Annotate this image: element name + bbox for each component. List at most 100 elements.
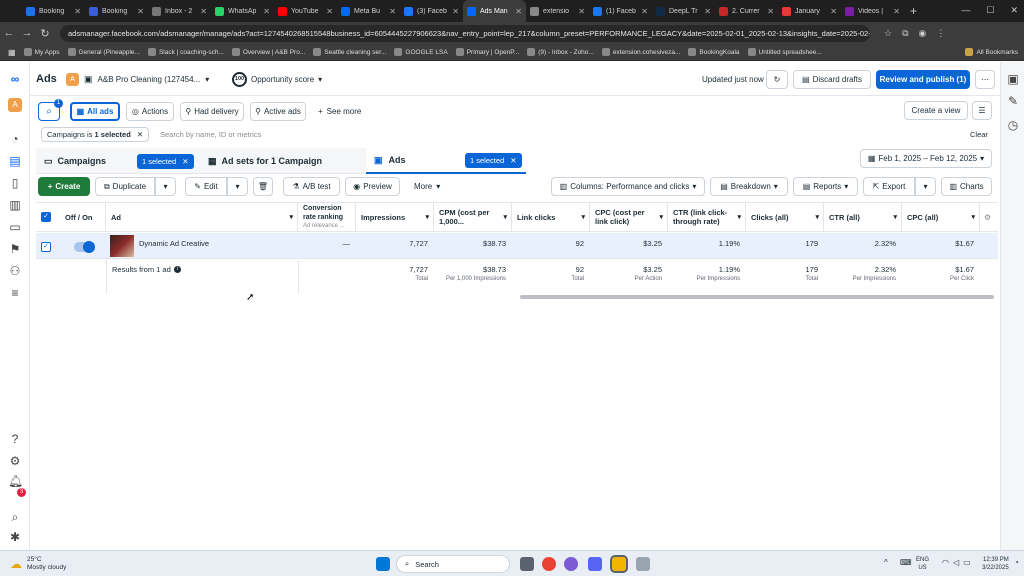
account-avatar[interactable]: A — [8, 98, 22, 112]
keyboard-icon[interactable]: ⌨ — [900, 558, 912, 567]
col-link-clicks[interactable]: Link clicks ▾ — [512, 202, 590, 232]
bookmark-item[interactable]: General (Pineapple... — [67, 48, 140, 56]
billing-icon[interactable]: ▭ — [8, 220, 22, 234]
menu-icon[interactable]: ⋮ — [936, 28, 945, 39]
bookmark-item[interactable]: extension.cohesiveza... — [601, 48, 680, 56]
bookmark-item[interactable]: GOOGLE LSA — [394, 48, 448, 56]
browser-tab[interactable]: WhatsAp ✕ — [211, 0, 274, 22]
tray-chevron-icon[interactable]: ^ — [884, 558, 888, 567]
close-icon[interactable]: ✕ — [182, 157, 188, 166]
chip-close-icon[interactable]: ✕ — [137, 130, 143, 139]
preview-button[interactable]: ◉ Preview — [345, 177, 400, 196]
col-conversion-ranking[interactable]: Conversion rate ranking Ad relevance ... — [298, 202, 356, 232]
browser-tab[interactable]: January ✕ — [778, 0, 841, 22]
dashboard-icon[interactable]: ◔ — [8, 132, 22, 146]
delivery-toggle[interactable] — [74, 241, 95, 253]
browser-tab[interactable]: Videos | ✕ — [841, 0, 904, 22]
col-cpc-all[interactable]: CPC (all) ▾ — [902, 202, 980, 232]
columns-dropdown[interactable]: ▥ Columns: Performance and clicks ▾ — [551, 177, 705, 196]
apps-icon[interactable]: ▦ — [8, 48, 16, 57]
review-publish-button[interactable]: Review and publish (1) — [876, 70, 970, 89]
tab-close-icon[interactable]: ✕ — [137, 7, 144, 16]
minimize-icon[interactable]: — — [961, 5, 970, 16]
export-dropdown[interactable]: ▾ — [915, 177, 936, 196]
bookmark-item[interactable]: Primary | OpenP... — [455, 48, 519, 56]
browser-tab[interactable]: Meta Bu ✕ — [337, 0, 400, 22]
reload-icon[interactable]: ↻ — [36, 27, 54, 40]
clock[interactable]: 12:39 PM 3/22/2025 — [982, 556, 1009, 572]
calculator-icon[interactable] — [636, 557, 650, 571]
bookmark-item[interactable]: Slack | coaching-sch... — [147, 48, 224, 56]
col-cpc-link[interactable]: CPC (cost per link click) ▾ — [590, 202, 668, 232]
tab-campaigns[interactable]: ▭ Campaigns — [44, 156, 106, 167]
tab-close-icon[interactable]: ✕ — [452, 7, 459, 16]
more-dropdown[interactable]: More ▾ — [414, 182, 440, 191]
url-field[interactable]: adsmanager.facebook.com/adsmanager/manag… — [60, 24, 870, 42]
all-bookmarks[interactable]: All Bookmarks — [965, 48, 1018, 56]
column-settings-icon[interactable]: ⚙ — [984, 213, 991, 222]
task-view-icon[interactable] — [520, 557, 534, 571]
opportunity-score[interactable]: 100 Opportunity score ▾ — [232, 71, 322, 88]
charts-button[interactable]: ▥ Charts — [941, 177, 992, 196]
tab-close-icon[interactable]: ✕ — [200, 7, 207, 16]
horizontal-scrollbar[interactable] — [520, 295, 994, 299]
pages-icon[interactable]: ▯ — [8, 176, 22, 190]
profile-icon[interactable]: ◉ — [919, 28, 927, 39]
start-icon[interactable] — [376, 557, 390, 571]
edit-dropdown[interactable]: ▾ — [227, 177, 248, 196]
history-icon[interactable]: ◷ — [1006, 118, 1020, 132]
col-cpm[interactable]: CPM (cost per 1,000... ▾ — [434, 202, 512, 232]
discard-drafts-button[interactable]: ▤ Discard drafts — [793, 70, 871, 89]
tab-close-icon[interactable]: ✕ — [578, 7, 585, 16]
refresh-button[interactable]: ↻ — [766, 70, 788, 89]
col-ctr-all[interactable]: CTR (all) ▾ — [824, 202, 902, 232]
ads-reporting-icon[interactable]: ⚑ — [8, 242, 22, 256]
browser-tab[interactable]: (1) Faceb ✕ — [589, 0, 652, 22]
col-off-on[interactable]: Off / On — [60, 202, 106, 232]
audiences-icon[interactable]: ⚇ — [8, 264, 22, 278]
discord-icon[interactable] — [564, 557, 578, 571]
tab-close-icon[interactable]: ✕ — [515, 7, 522, 16]
all-ads-tab[interactable]: ▦ All ads — [70, 102, 120, 121]
forward-icon[interactable]: → — [18, 27, 36, 39]
col-ctr-link[interactable]: CTR (link click-through rate) ▾ — [668, 202, 746, 232]
browser-tab[interactable]: Inbox - 2 ✕ — [148, 0, 211, 22]
back-icon[interactable]: ← — [0, 27, 18, 39]
chrome-icon[interactable] — [542, 557, 556, 571]
ad-thumbnail[interactable] — [110, 235, 134, 257]
account-selector[interactable]: A ▣ A&B Pro Cleaning (127454... ▾ — [66, 71, 209, 88]
row-checkbox[interactable]: ✓ — [41, 242, 51, 252]
bookmark-item[interactable]: BookingKoala — [688, 48, 740, 56]
settings-icon[interactable]: ⚙ — [8, 454, 22, 468]
help-icon[interactable]: ? — [8, 432, 22, 446]
tab-close-icon[interactable]: ✕ — [704, 7, 711, 16]
select-all-checkbox[interactable]: ✓ — [41, 212, 51, 222]
col-ad[interactable]: Ad ▾ — [106, 202, 298, 232]
export-button[interactable]: ⇱ Export — [863, 177, 915, 196]
bookmark-item[interactable]: My Apps — [23, 48, 60, 56]
had-delivery-filter[interactable]: ⚲ Had delivery — [180, 102, 244, 121]
browser-tab[interactable]: YouTube ✕ — [274, 0, 337, 22]
search-input[interactable]: Search by name, ID or metrics — [160, 130, 261, 139]
tab-close-icon[interactable]: ✕ — [893, 7, 900, 16]
tab-close-icon[interactable]: ✕ — [326, 7, 333, 16]
tab-close-icon[interactable]: ✕ — [767, 7, 774, 16]
ad-name-link[interactable]: Dynamic Ad Creative — [139, 239, 209, 248]
sticky-notes-icon[interactable] — [610, 555, 628, 573]
reports-dropdown[interactable]: ▤ Reports ▾ — [793, 177, 858, 196]
notifications-icon[interactable]: 🔔︎ — [8, 474, 23, 488]
bookmark-item[interactable]: Overview | A&B Pro... — [231, 48, 305, 56]
meta-logo-icon[interactable]: ∞ — [8, 72, 22, 86]
info-icon[interactable]: i — [173, 266, 181, 273]
edit-button[interactable]: ✎ Edit — [185, 177, 227, 196]
campaigns-icon[interactable]: ▤ — [8, 154, 22, 168]
tab-close-icon[interactable]: ✕ — [389, 7, 396, 16]
active-ads-filter[interactable]: ⚲ Active ads — [250, 102, 306, 121]
campaign-filter-chip[interactable]: Campaigns is 1 selected ✕ — [41, 127, 150, 142]
bookmark-item[interactable]: Seattle cleaning ser... — [313, 48, 386, 56]
tab-close-icon[interactable]: ✕ — [263, 7, 270, 16]
panel-icon[interactable]: ▣ — [1006, 72, 1020, 86]
campaigns-selected-pill[interactable]: 1 selected ✕ — [137, 154, 194, 169]
clear-link[interactable]: Clear — [970, 130, 988, 139]
app-icon[interactable] — [588, 557, 602, 571]
